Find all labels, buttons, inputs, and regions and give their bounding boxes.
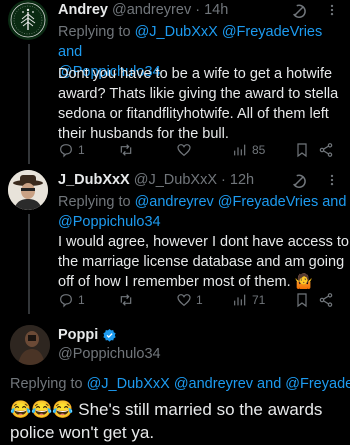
reply-icon	[60, 294, 72, 308]
thread-line	[28, 44, 30, 164]
like-button[interactable]: 1	[176, 292, 203, 308]
bookmark-button[interactable]	[294, 142, 310, 158]
timestamp[interactable]: 14h	[204, 2, 228, 18]
view-count: 85	[252, 143, 266, 157]
views-icon	[234, 294, 246, 306]
tweet-text-line: sedona or fitandflityhotwife. All of the…	[58, 106, 329, 122]
reply-mention[interactable]: @Poppichulo34	[58, 214, 161, 230]
share-icon	[319, 143, 333, 157]
more-icon[interactable]	[325, 173, 339, 192]
replying-to-label: Replying to	[10, 376, 83, 392]
bookmark-icon	[297, 293, 307, 308]
tree-logo-icon	[10, 2, 46, 38]
action-bar: 1 1 71	[58, 292, 343, 312]
tweet-text-line: award? Thats likie giving the award to s…	[58, 86, 339, 102]
retweet-icon	[120, 294, 132, 306]
like-icon	[177, 144, 191, 157]
tweet-text-line: police won't get ya.	[10, 423, 155, 442]
view-count: 71	[252, 293, 266, 307]
avatar-poppi[interactable]	[10, 325, 50, 365]
author-handle[interactable]: @J_DubXxX	[134, 172, 217, 188]
separator-dot: ·	[221, 172, 226, 188]
author-name[interactable]: Poppi	[58, 327, 98, 343]
thread-line	[28, 214, 30, 314]
tweet-text: Dont you have to be a wife to get a hotw…	[58, 64, 338, 144]
bookmark-button[interactable]	[294, 292, 310, 308]
retweet-button[interactable]	[118, 292, 138, 308]
tweet-text: I would agree, however I dont have acces…	[58, 232, 349, 292]
reply-count: 1	[78, 143, 85, 157]
share-icon	[319, 293, 333, 307]
retweet-button[interactable]	[118, 142, 138, 158]
tweet-text-line: I would agree, however I dont have acces…	[58, 234, 349, 250]
person-photo-icon	[10, 325, 50, 365]
reply-mentions[interactable]: @J_DubXxX @andreyrev and @FreyadeVries	[87, 376, 350, 392]
tweet-text-line: Dont you have to be a wife to get a hotw…	[58, 66, 333, 82]
separator-dot: ·	[195, 2, 201, 18]
views-button[interactable]: 71	[232, 292, 265, 308]
avatar-j-dubxxx[interactable]	[8, 170, 48, 210]
like-count: 1	[196, 293, 203, 307]
reply-count: 1	[78, 293, 85, 307]
tweet-text-line: off of how I remember most of them. 🤷	[58, 274, 313, 290]
verified-badge-icon	[103, 328, 116, 342]
reply-mentions[interactable]: @andreyrev @FreyadeVries and	[135, 194, 347, 210]
action-bar: 1 85	[58, 142, 343, 162]
replying-to: Replying to @andreyrev @FreyadeVries and…	[58, 192, 346, 232]
tweet-j-dubxxx[interactable]: J_DubXxX @J_DubXxX · 12h Replying to @an…	[0, 170, 350, 320]
reply-icon	[60, 144, 72, 158]
tweet-text-line: the marriage license database and am goi…	[58, 254, 345, 270]
share-button[interactable]	[318, 142, 334, 158]
replying-to-label: Replying to	[58, 194, 131, 210]
reply-button[interactable]: 1	[58, 142, 85, 158]
focused-tweet-poppi: Poppi @Poppichulo34 Replying to @J_DubXx…	[0, 320, 350, 445]
like-button[interactable]	[176, 142, 196, 158]
views-button[interactable]: 85	[232, 142, 265, 158]
tweet-andrey[interactable]: Andrey @andreyrev · 14h Replying to @J_D…	[0, 0, 350, 170]
bookmark-icon	[297, 143, 307, 158]
avatar-andrey[interactable]	[8, 0, 48, 40]
replying-to-label: Replying to	[58, 24, 131, 40]
tweet-text: 😂😂😂 She's still married so the awards po…	[10, 398, 322, 444]
replying-to: Replying to @J_DubXxX @andreyrev and @Fr…	[10, 374, 350, 394]
reply-button[interactable]: 1	[58, 292, 85, 308]
author-name[interactable]: Andrey	[58, 2, 108, 18]
tweet-text-line: their husbands for the bull.	[58, 126, 229, 142]
share-button[interactable]	[318, 292, 334, 308]
author-name[interactable]: J_DubXxX	[58, 172, 130, 188]
like-icon	[177, 294, 191, 307]
timestamp[interactable]: 12h	[230, 172, 254, 188]
tweet-text-line: 😂😂😂 She's still married so the awards	[10, 400, 323, 419]
more-icon[interactable]	[325, 3, 339, 22]
author-handle[interactable]: @andreyrev	[112, 2, 191, 18]
retweet-icon	[120, 144, 132, 156]
views-icon	[234, 144, 246, 156]
author-handle[interactable]: @Poppichulo34	[58, 346, 161, 362]
person-hat-icon	[8, 170, 48, 210]
